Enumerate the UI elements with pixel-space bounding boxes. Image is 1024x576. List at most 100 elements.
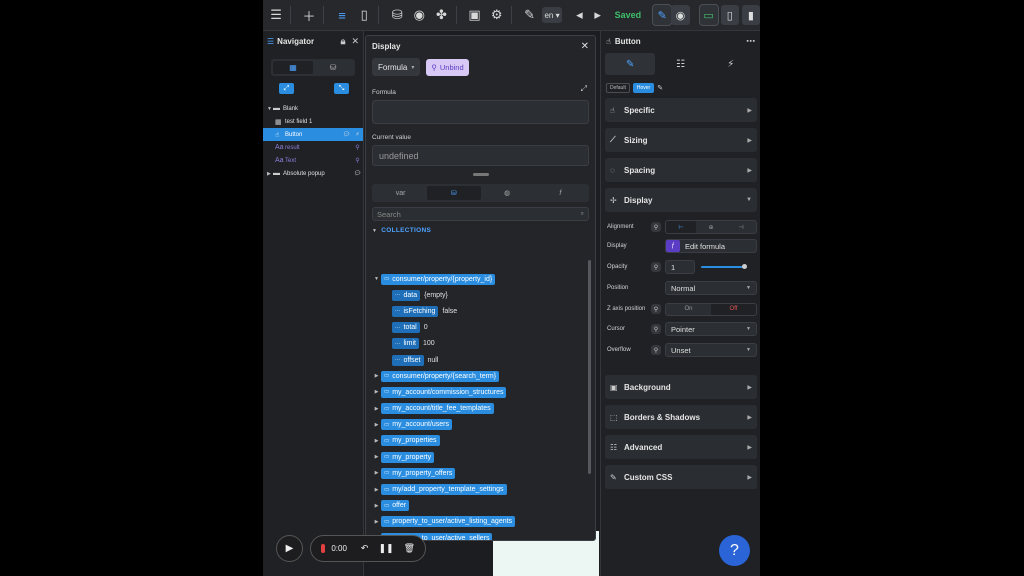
- caret-right-icon[interactable]: ▶: [372, 373, 381, 379]
- edit-mode-button[interactable]: ✎: [652, 4, 673, 26]
- variable-pill[interactable]: ▭ my_account/commission_structures: [381, 386, 507, 398]
- tab-formulas[interactable]: f: [534, 186, 587, 200]
- zaxis-off-button[interactable]: Off: [711, 303, 756, 315]
- collection-row[interactable]: ▶ ▭ my_property_offers: [372, 465, 587, 481]
- users-icon[interactable]: ◉: [410, 4, 428, 26]
- tree-item[interactable]: ▶ ▬ Absolute popup 💬︎: [263, 167, 363, 180]
- collection-field-row[interactable]: ⋯ isFetching false: [372, 303, 587, 319]
- caret-down-icon[interactable]: ▼: [372, 276, 381, 282]
- lock-icon[interactable]: 🔒︎: [341, 36, 346, 47]
- comment-icon[interactable]: 💬︎: [352, 170, 363, 177]
- section-display[interactable]: ✢ Display ▼: [605, 188, 757, 212]
- bind-icon[interactable]: ⚲: [651, 262, 661, 272]
- variable-pill[interactable]: ▭ my_property_offers: [381, 467, 456, 479]
- variable-pill[interactable]: ⋯ isFetching: [392, 305, 439, 317]
- undo-icon[interactable]: ◂: [570, 4, 588, 26]
- variable-pill[interactable]: ▭ my_property: [381, 451, 435, 463]
- plugins-icon[interactable]: ✤: [432, 4, 450, 26]
- section-specific[interactable]: ☝ Specific ▶: [605, 98, 757, 122]
- search-input[interactable]: Search ⌕: [372, 207, 589, 221]
- collection-field-row[interactable]: ⋯ offset null: [372, 352, 587, 368]
- caret-right-icon[interactable]: ▶: [372, 470, 381, 476]
- opacity-input[interactable]: 1: [665, 260, 695, 274]
- variable-pill[interactable]: ▭ my_properties: [381, 435, 440, 447]
- binding-mode-dropdown[interactable]: Formula ▾: [372, 58, 421, 76]
- zaxis-on-button[interactable]: On: [666, 304, 711, 315]
- mobile-view-button[interactable]: ▮: [741, 5, 760, 25]
- caret-right-icon[interactable]: ▶: [372, 503, 381, 509]
- caret-right-icon[interactable]: ▶: [372, 422, 381, 428]
- tree-item[interactable]: Aa result ⚲: [263, 141, 363, 154]
- variable-pill[interactable]: ⋯ offset: [392, 354, 424, 366]
- tab-collections[interactable]: ⛁: [427, 186, 481, 200]
- section-sizing[interactable]: ⟋ Sizing ▶: [605, 128, 757, 152]
- resize-handle[interactable]: [472, 173, 489, 176]
- overflow-select[interactable]: Unset ▼: [665, 343, 757, 357]
- tab-variables[interactable]: var: [374, 186, 427, 200]
- tree-item[interactable]: ▼ ▬ Blank: [263, 102, 363, 115]
- caret-right-icon[interactable]: ▶: [372, 519, 381, 525]
- section-background[interactable]: ▣ Background ▶: [605, 375, 757, 399]
- variable-pill[interactable]: ▭ consumer/property/{search_term}: [381, 370, 500, 382]
- align-left-button[interactable]: ⊢: [666, 221, 696, 233]
- workflow-icon[interactable]: ▣: [465, 4, 483, 26]
- tree-item[interactable]: Aa Text ⚲: [263, 154, 363, 167]
- variable-pill[interactable]: ▭ my_account/users: [381, 419, 453, 431]
- preview-mode-button[interactable]: ◉: [671, 5, 690, 25]
- elements-view-tab[interactable]: ▦: [273, 61, 313, 74]
- help-button[interactable]: ?: [719, 535, 750, 566]
- collection-row[interactable]: ▶ ▭ my_account/users: [372, 417, 587, 433]
- variable-pill[interactable]: ▭ offer: [381, 500, 410, 512]
- pages-icon[interactable]: ▯: [355, 4, 373, 26]
- section-borders[interactable]: ⬚ Borders & Shadows ▶: [605, 405, 757, 429]
- collections-header[interactable]: ▼ COLLECTIONS: [372, 227, 595, 234]
- section-custom-css[interactable]: ✎ Custom CSS ▶: [605, 465, 757, 489]
- collection-row[interactable]: ▶ ▭ my_properties: [372, 433, 587, 449]
- data-view-tab[interactable]: ⛁: [313, 61, 353, 74]
- data-icon[interactable]: ⛁: [388, 4, 406, 26]
- caret-right-icon[interactable]: ▶: [372, 406, 381, 412]
- collection-row[interactable]: ▶ ▭ my_account/commission_structures: [372, 384, 587, 400]
- bind-icon[interactable]: ⚲: [651, 345, 661, 355]
- variable-pill[interactable]: ▭ my_account/title_fee_templates: [381, 403, 494, 415]
- add-icon[interactable]: ＋: [300, 4, 318, 26]
- camera-button[interactable]: ▶︎: [276, 535, 303, 562]
- collection-row[interactable]: ▶ ▭ offer: [372, 498, 587, 514]
- tab-workflows[interactable]: ⚡︎: [706, 53, 756, 75]
- edit-states-icon[interactable]: ✎: [657, 84, 663, 92]
- tree-item-selected[interactable]: ☝ Button 💬︎ ⚡︎: [263, 128, 363, 141]
- variable-pill[interactable]: ⋯ data: [392, 289, 421, 301]
- variable-pill[interactable]: ▭ consumer/property/{property_id}: [381, 273, 496, 285]
- expand-all-button[interactable]: ⤢: [279, 83, 294, 94]
- position-select[interactable]: Normal ▼: [665, 281, 757, 295]
- collection-field-row[interactable]: ⋯ total 0: [372, 320, 587, 336]
- close-icon[interactable]: ✕: [351, 36, 359, 47]
- desktop-view-button[interactable]: ▭: [698, 4, 719, 26]
- caret-right-icon[interactable]: ▶: [372, 389, 381, 395]
- redo-icon[interactable]: ▸: [589, 4, 607, 26]
- section-spacing[interactable]: ◌ Spacing ▶: [605, 158, 757, 182]
- undo-icon[interactable]: ↶: [361, 543, 369, 554]
- collection-row[interactable]: ▶ ▭ consumer/property/{search_term}: [372, 368, 587, 384]
- bind-icon[interactable]: ⚲: [651, 304, 661, 314]
- expand-icon[interactable]: ⤢: [581, 84, 587, 94]
- align-right-button[interactable]: ⊣: [726, 221, 756, 233]
- edit-formula-button[interactable]: ƒ Edit formula: [665, 239, 757, 253]
- navigator-icon[interactable]: ≡: [333, 4, 351, 26]
- caret-right-icon[interactable]: ▶: [372, 454, 381, 460]
- tab-style[interactable]: ✎: [605, 53, 656, 75]
- collection-row[interactable]: ▶ ▭ my_account/title_fee_templates: [372, 401, 587, 417]
- align-center-button[interactable]: ⊕: [696, 221, 726, 233]
- unbind-button[interactable]: ⚲ Unbind: [426, 58, 469, 76]
- collection-field-row[interactable]: ⋯ data {empty}: [372, 287, 587, 303]
- state-hover[interactable]: Hover: [632, 83, 655, 93]
- caret-right-icon[interactable]: ▶: [372, 487, 381, 493]
- menu-icon[interactable]: ☰: [267, 4, 285, 26]
- pause-icon[interactable]: ❚❚: [378, 543, 393, 554]
- variable-pill[interactable]: ⋯ total: [392, 322, 420, 334]
- close-icon[interactable]: ✕: [581, 41, 589, 52]
- more-options-icon[interactable]: ⋯: [746, 36, 755, 47]
- settings-icon[interactable]: ⚙: [488, 4, 506, 26]
- tree-item[interactable]: ▦ test field 1: [263, 115, 363, 128]
- variable-pill[interactable]: ▭ property_to_user/active_listing_agents: [381, 516, 516, 528]
